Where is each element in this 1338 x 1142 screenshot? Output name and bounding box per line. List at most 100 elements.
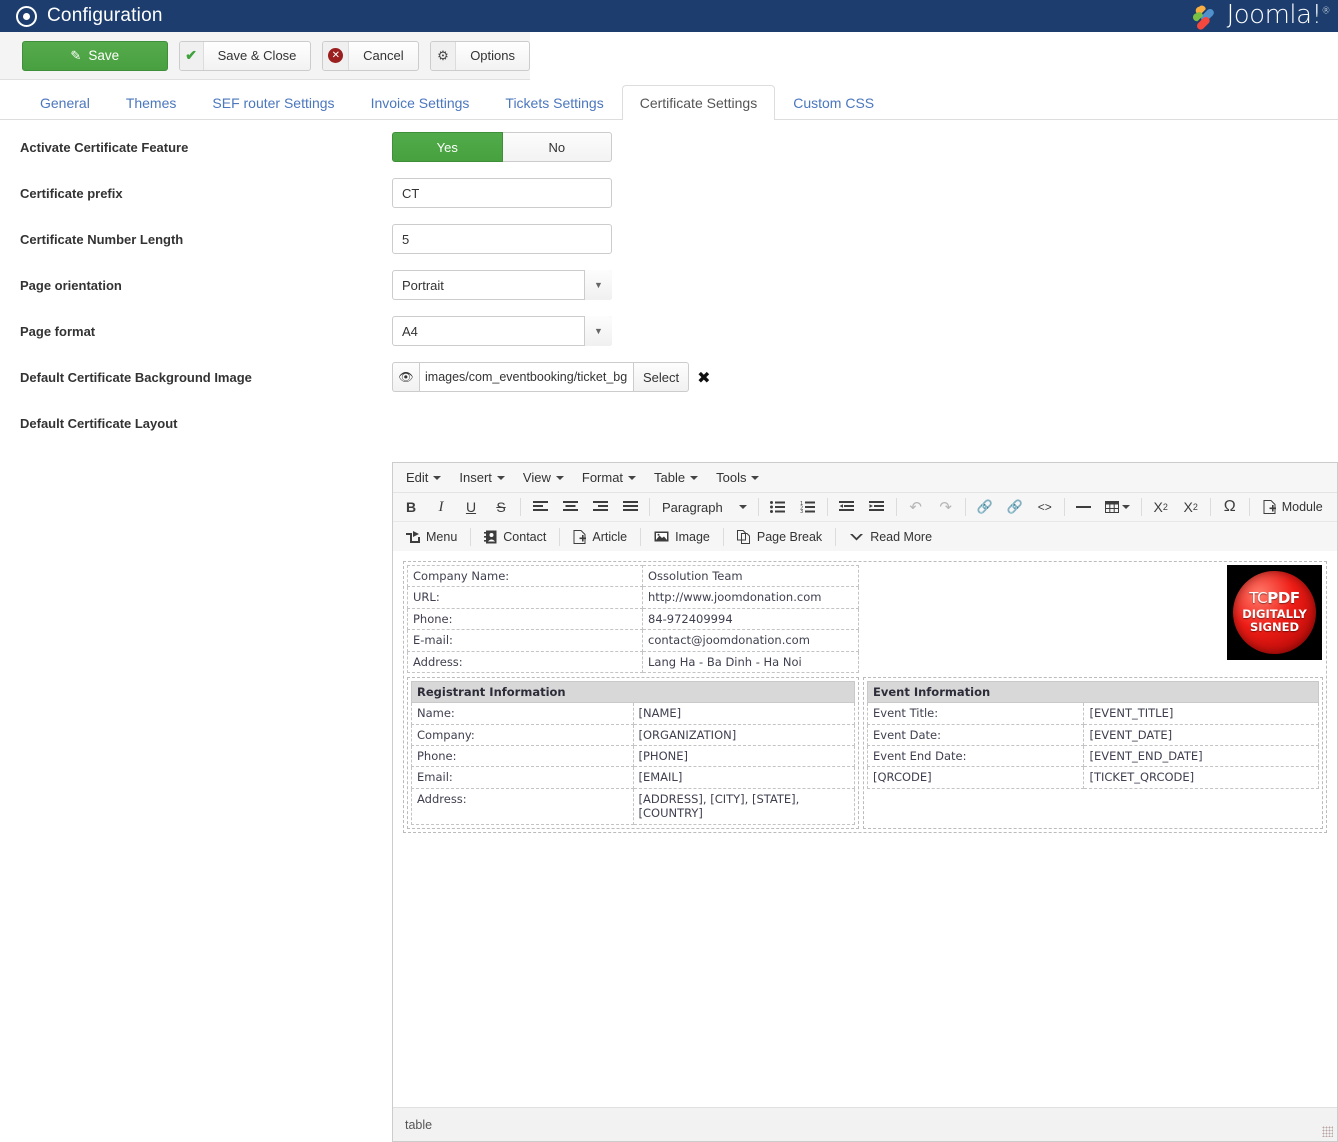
divider: [1248, 498, 1250, 516]
tcpdf-digitally-signed-seal: TCPDF DIGITALLY SIGNED: [1227, 565, 1322, 660]
divider: [470, 527, 472, 546]
menu-edit[interactable]: Edit: [397, 466, 450, 489]
background-image-select-button[interactable]: Select: [634, 362, 690, 392]
chevron-down-icon[interactable]: ▼: [584, 270, 612, 300]
cancel-button[interactable]: ✕ Cancel: [322, 40, 419, 71]
registrant-address-label: Address:: [411, 787, 634, 825]
source-code-icon[interactable]: <>: [1030, 495, 1060, 520]
italic-icon[interactable]: I: [426, 495, 456, 520]
format-select-value: Paragraph: [662, 499, 723, 515]
format-select[interactable]: Paragraph: [654, 495, 754, 520]
strikethrough-icon[interactable]: S: [486, 495, 516, 520]
clear-image-icon[interactable]: ✖: [697, 362, 710, 392]
joomla-logo: Joomla!®: [1187, 0, 1330, 32]
insert-article-button[interactable]: Article: [564, 524, 636, 549]
menu-view[interactable]: View: [514, 466, 573, 489]
tab-custom-css[interactable]: Custom CSS: [775, 85, 892, 120]
tab-general[interactable]: General: [22, 85, 108, 120]
superscript-icon[interactable]: X2: [1176, 495, 1206, 520]
bullet-list-icon[interactable]: [763, 495, 793, 520]
eye-preview-icon[interactable]: 👁: [392, 362, 419, 392]
insert-link-icon[interactable]: 🔗: [970, 495, 1000, 520]
align-left-icon[interactable]: [525, 495, 555, 520]
settings-tabs: General Themes SEF router Settings Invoi…: [0, 80, 1338, 120]
subscript-icon[interactable]: X2: [1146, 495, 1176, 520]
insert-image-button[interactable]: Image: [645, 524, 719, 549]
tab-themes[interactable]: Themes: [108, 85, 195, 120]
caret-down-icon: [690, 475, 699, 480]
insert-module-button[interactable]: Module: [1254, 495, 1332, 520]
certificate-prefix-input[interactable]: [392, 178, 612, 208]
registrant-name-value: [NAME]: [632, 702, 855, 725]
special-character-icon[interactable]: Ω: [1215, 495, 1245, 520]
unlink-icon[interactable]: 🔗: [1000, 495, 1030, 520]
redo-icon[interactable]: ↷: [931, 495, 961, 520]
certificate-number-length-input[interactable]: [392, 224, 612, 254]
tab-invoice-settings[interactable]: Invoice Settings: [353, 85, 488, 120]
align-justify-icon[interactable]: [615, 495, 645, 520]
table-row: Address: [ADDRESS], [CITY], [STATE], [CO…: [411, 787, 855, 825]
tab-certificate-settings[interactable]: Certificate Settings: [621, 85, 776, 120]
chevron-down-icon[interactable]: ▼: [584, 316, 612, 346]
save-and-close-button[interactable]: ✔ Save & Close: [178, 40, 312, 71]
insert-read-more-button[interactable]: Read More: [840, 524, 941, 549]
save-button[interactable]: ✎ Save: [22, 40, 168, 71]
tab-sef-router-settings[interactable]: SEF router Settings: [194, 85, 352, 120]
bold-icon[interactable]: B: [396, 495, 426, 520]
divider: [895, 498, 897, 516]
horizontal-rule-icon[interactable]: [1069, 495, 1099, 520]
menu-tools[interactable]: Tools: [707, 466, 768, 489]
seal-cell: TCPDF DIGITALLY SIGNED: [859, 565, 1323, 673]
align-right-icon[interactable]: [585, 495, 615, 520]
page-orientation-value: Portrait: [392, 270, 612, 300]
table-row: Event Title: [EVENT_TITLE]: [866, 702, 1319, 725]
registrant-information-table: Registrant Information Name: [NAME] Comp…: [411, 680, 855, 825]
activate-certificate-toggle[interactable]: Yes No: [392, 132, 612, 162]
insert-menu-button[interactable]: Menu: [396, 524, 466, 549]
divider: [722, 527, 724, 546]
menu-table[interactable]: Table: [645, 466, 707, 489]
underline-icon[interactable]: U: [456, 495, 486, 520]
table-row: Address: Lang Ha - Ba Dinh - Ha Noi: [407, 650, 859, 673]
page-format-select[interactable]: A4 ▼: [392, 316, 612, 346]
field-page-format: Page format A4 ▼: [0, 316, 1338, 362]
page-orientation-select[interactable]: Portrait ▼: [392, 270, 612, 300]
menu-format[interactable]: Format: [573, 466, 645, 489]
indent-icon[interactable]: [862, 495, 892, 520]
registrant-company-label: Company:: [411, 723, 634, 747]
outdent-icon[interactable]: [832, 495, 862, 520]
caret-down-icon: [751, 475, 760, 480]
background-image-media-field: 👁 Select ✖: [392, 362, 1338, 392]
options-button[interactable]: ⚙ Options: [429, 40, 530, 71]
tab-tickets-settings[interactable]: Tickets Settings: [487, 85, 621, 120]
undo-icon[interactable]: ↶: [901, 495, 931, 520]
certificate-layout-container: Company Name: Ossolution Team URL: http:…: [403, 561, 1327, 833]
numbered-list-icon[interactable]: 123: [793, 495, 823, 520]
editor-resize-handle[interactable]: [1322, 1126, 1333, 1137]
certificate-settings-form: Activate Certificate Feature Yes No Cert…: [0, 120, 1338, 454]
company-url-value: http://www.joomdonation.com: [642, 586, 859, 609]
insert-page-break-button[interactable]: Page Break: [728, 524, 831, 549]
company-info-table: Company Name: Ossolution Team URL: http:…: [407, 564, 859, 673]
menu-insert[interactable]: Insert: [450, 466, 514, 489]
certificate-header-section: Company Name: Ossolution Team URL: http:…: [407, 564, 1323, 673]
caret-down-icon: [628, 475, 637, 480]
field-default-certificate-background-image: Default Certificate Background Image 👁 S…: [0, 362, 1338, 408]
editor-statusbar: table: [393, 1107, 1337, 1141]
insert-table-icon[interactable]: [1099, 495, 1137, 520]
editor-content-area[interactable]: Company Name: Ossolution Team URL: http:…: [393, 551, 1337, 1107]
align-center-icon[interactable]: [555, 495, 585, 520]
background-image-path-input[interactable]: [419, 362, 634, 392]
divider: [1140, 498, 1142, 516]
divider: [1063, 498, 1065, 516]
divider: [835, 527, 837, 546]
activate-yes-option[interactable]: Yes: [392, 132, 503, 162]
event-date-label: Event Date:: [866, 723, 1085, 747]
activate-no-option[interactable]: No: [502, 132, 612, 162]
registrant-address-value: [ADDRESS], [CITY], [STATE], [COUNTRY]: [632, 787, 855, 825]
seal-line1a: TC: [1249, 589, 1268, 608]
article-page-icon: [573, 529, 587, 544]
table-row: Event Information: [867, 680, 1319, 704]
element-path[interactable]: table: [405, 1118, 432, 1132]
insert-contact-button[interactable]: Contact: [475, 524, 555, 549]
